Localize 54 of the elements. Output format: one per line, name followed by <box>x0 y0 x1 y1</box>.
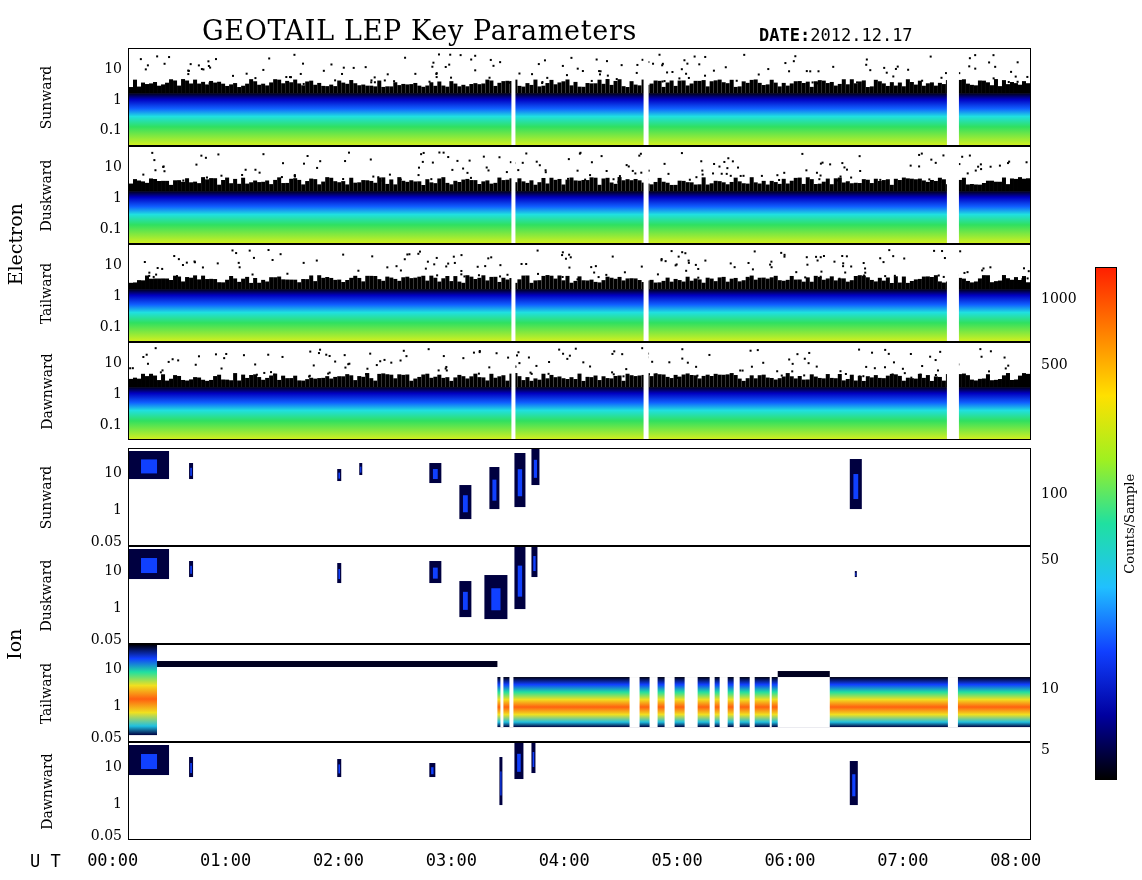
y-tick-label: 10 <box>104 464 122 479</box>
y-tick-label: 0.05 <box>90 828 122 843</box>
y-tick-label: 1 <box>113 92 122 106</box>
panel-label: Tailward <box>37 662 56 724</box>
colorbar-tick-label: 500 <box>1041 357 1068 372</box>
y-tick-label: 0.05 <box>90 534 122 549</box>
x-tick-label: 01:00 <box>200 852 252 869</box>
y-tick-label: 10 <box>104 562 122 577</box>
y-tick-label: 0.1 <box>99 122 122 137</box>
x-tick-label: 07:00 <box>877 852 929 869</box>
x-tick-label: 02:00 <box>312 852 365 869</box>
y-tick-label: 10 <box>104 660 122 675</box>
panel-label: Dawnward <box>37 353 56 430</box>
y-tick-label: 0.05 <box>90 632 122 647</box>
colorbar-label: Counts/Sample <box>1120 473 1138 574</box>
y-tick-label: 1 <box>113 386 122 401</box>
y-tick-label: 1 <box>113 288 122 303</box>
x-tick-label: 05:00 <box>651 852 703 869</box>
colorbar-tick-label: 1000 <box>1041 290 1077 305</box>
panel-label: Sunward <box>37 465 56 529</box>
colorbar-tick-label: 10 <box>1041 680 1059 695</box>
panel-label: Tailward <box>37 262 56 324</box>
colorbar-tick-label: 100 <box>1041 485 1068 500</box>
date-label: DATE: <box>759 27 811 44</box>
y-tick-label: 1 <box>113 599 122 614</box>
x-tick-label: 08:00 <box>990 852 1042 869</box>
x-tick-label: 06:00 <box>764 852 816 869</box>
chart-title: GEOTAIL LEP Key Parameters <box>202 17 638 44</box>
y-tick-label: 10 <box>104 158 122 173</box>
y-tick-label: 0.05 <box>90 730 122 745</box>
x-tick-label: 03:00 <box>425 852 477 869</box>
y-tick-label: 1 <box>113 190 122 205</box>
y-tick-label: 10 <box>104 758 122 773</box>
y-tick-label: 0.1 <box>99 318 122 333</box>
colorbar-tick-label: 50 <box>1041 552 1059 567</box>
x-tick-label: 00:00 <box>87 852 139 869</box>
panel-label: Duskward <box>37 159 56 232</box>
y-tick-label: 10 <box>104 60 122 75</box>
y-tick-label: 10 <box>104 354 122 369</box>
date-value: 2012.12.17 <box>810 27 913 44</box>
y-tick-label: 0.1 <box>99 220 122 235</box>
colorbar-tick-label: 5 <box>1041 742 1050 757</box>
x-axis-label: U T <box>30 850 61 874</box>
y-tick-label: 1 <box>113 698 122 712</box>
group-label: Ion <box>2 628 27 660</box>
y-tick-label: 10 <box>104 256 122 271</box>
x-tick-label: 04:00 <box>538 852 590 869</box>
y-tick-label: 1 <box>113 796 122 811</box>
panel-label: Duskward <box>37 559 56 632</box>
y-tick-label: 0.1 <box>99 416 122 431</box>
panel-label: Dawnward <box>37 753 56 830</box>
y-tick-label: 1 <box>113 501 122 516</box>
panel-label: Sunward <box>37 65 56 129</box>
group-label: Electron <box>2 202 27 286</box>
